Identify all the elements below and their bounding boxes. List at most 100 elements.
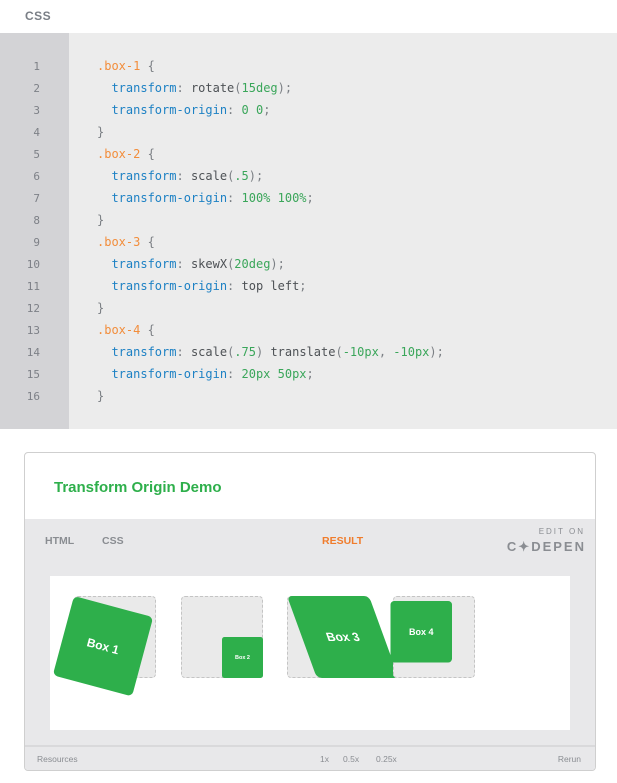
code-token: : [227,279,242,293]
code-token: ; [306,191,314,205]
resources-button[interactable]: Resources [37,754,78,764]
code-token: 15deg [241,81,278,95]
code-line: transform-origin: 0 0; [97,103,270,117]
pen-tab-bar: HTML CSS RESULT EDIT ON C✦DEPEN [25,519,595,571]
zoom-0.5x-button[interactable]: 0.5x [343,754,359,764]
line-number: 10 [26,258,40,271]
code-token: skewX [190,257,228,271]
box-4-label: Box 4 [408,626,434,638]
code-token: ( [234,81,242,95]
zoom-0.25x-button[interactable]: 0.25x [376,754,397,764]
code-token: ( [335,345,343,359]
code-line: .box-3 { [97,235,155,249]
code-line: transform: skewX(20deg); [97,257,285,271]
result-preview: Box 1 Box 2 Box 3 Box 4 [50,576,570,730]
box-3-label: Box 3 [324,630,362,644]
code-token: { [140,147,155,161]
line-number: 13 [26,324,40,337]
line-number: 11 [26,280,40,293]
code-token: ; [263,103,271,117]
code-token: 20deg [234,257,271,271]
code-line: } [97,301,104,315]
code-token: transform [111,169,177,183]
code-token: transform [111,257,177,271]
tab-result[interactable]: RESULT [322,535,363,547]
code-line: transform: rotate(15deg); [97,81,292,95]
rerun-button[interactable]: Rerun [558,754,581,764]
code-token: 0 0 [241,103,264,117]
code-line: transform: scale(.75) translate(-10px, -… [97,345,444,359]
code-line: transform-origin: 20px 50px; [97,367,314,381]
code-token: top left [241,279,300,293]
code-token: : [227,191,242,205]
code-token: .75 [234,345,256,359]
code-token: : [176,81,191,95]
code-token: ); [277,81,293,95]
code-token: ); [429,345,444,359]
code-line: .box-1 { [97,59,155,73]
box-4: Box 4 [390,601,452,663]
line-number: 2 [33,82,40,95]
code-line: } [97,389,104,403]
code-token: transform-origin [111,279,228,293]
code-line: transform: scale(.5); [97,169,263,183]
line-number: 9 [33,236,40,249]
box-1-label: Box 1 [85,635,121,658]
line-number: 6 [33,170,40,183]
code-token: rotate [190,81,235,95]
pen-footer: Resources 1x 0.5x 0.25x Rerun [25,745,595,770]
code-token: .5 [234,169,249,183]
code-token: ) [255,345,271,359]
edit-on-label[interactable]: EDIT ON [539,527,585,536]
line-number: 12 [26,302,40,315]
code-line: .box-2 { [97,147,155,161]
code-token: { [140,323,155,337]
codepen-embed: Transform Origin Demo HTML CSS RESULT ED… [24,452,596,771]
code-token: transform-origin [111,367,228,381]
code-token: } [97,125,105,139]
tab-css[interactable]: CSS [102,535,124,547]
code-token: .box-4 [97,323,141,337]
codepen-logo[interactable]: C✦DEPEN [507,539,586,555]
code-token: transform-origin [111,103,228,117]
code-token: -10px [342,345,379,359]
code-block: 1 2 3 4 5 6 7 8 9 10 11 12 13 14 15 16 .box-1 { transfo… [0,33,617,429]
pen-title[interactable]: Transform Origin Demo [54,479,222,496]
code-token: transform-origin [111,191,228,205]
code-token: ; [306,367,314,381]
code-line: .box-4 { [97,323,155,337]
code-token: .box-1 [97,59,141,73]
code-token: translate [270,345,336,359]
code-token: { [140,59,155,73]
zoom-1x-button[interactable]: 1x [320,754,329,764]
code-token: scale [190,169,228,183]
code-token: : [176,345,191,359]
code-token: : [176,257,191,271]
css-section-label: CSS [0,0,617,33]
code-line: transform-origin: 100% 100%; [97,191,314,205]
line-number-gutter: 1 2 3 4 5 6 7 8 9 10 11 12 13 14 15 16 [0,33,69,429]
code-token: 20px 50px [241,367,307,381]
line-number: 3 [33,104,40,117]
code-token: ); [248,169,264,183]
code-token: ); [270,257,285,271]
box-2: Box 2 [222,637,263,678]
code-token: .box-3 [97,235,141,249]
line-number: 14 [26,346,40,359]
code-line: } [97,125,104,139]
code-token: , [378,345,394,359]
code-token: : [227,367,242,381]
tab-html[interactable]: HTML [45,535,74,547]
css-label: CSS [25,9,52,23]
code-token: .box-2 [97,147,141,161]
line-number: 8 [33,214,40,227]
line-number: 1 [33,60,40,73]
